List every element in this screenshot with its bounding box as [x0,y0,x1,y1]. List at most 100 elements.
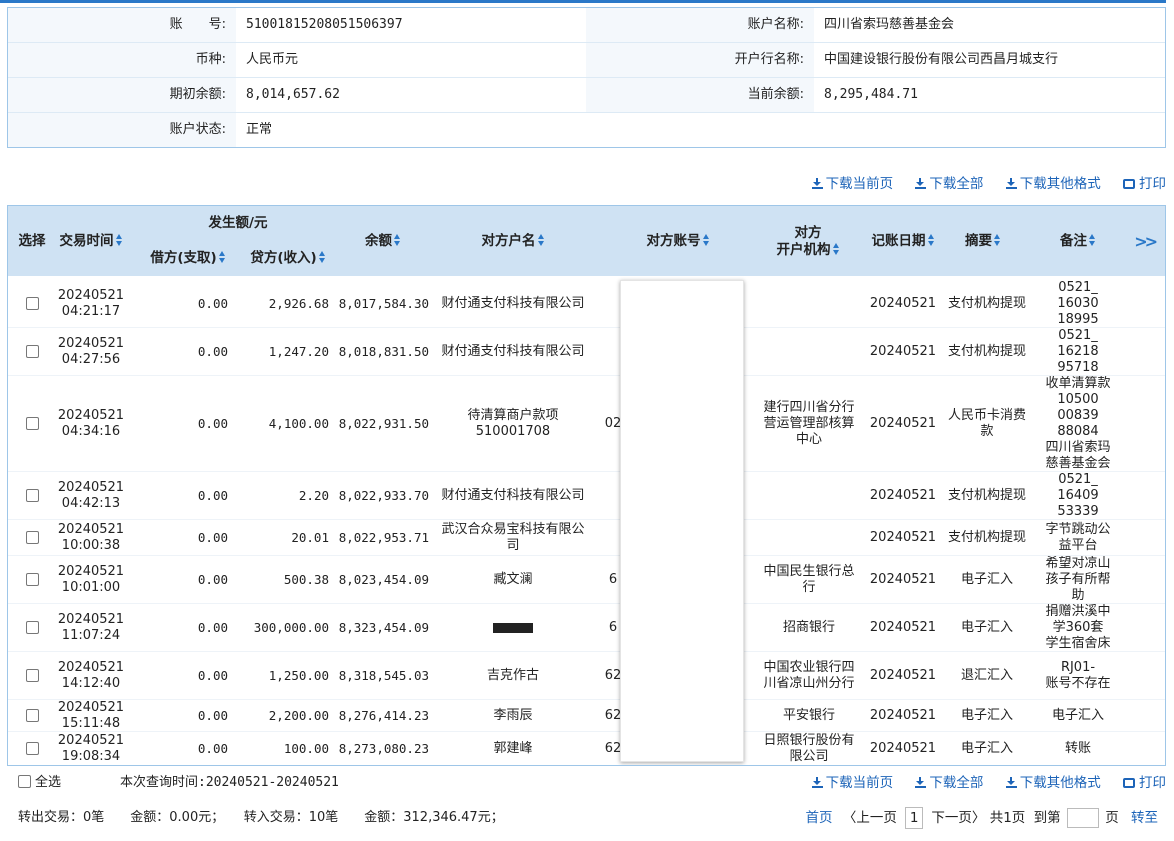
row-select-checkbox[interactable] [12,280,52,327]
account-info-row: 期初余额: 8,014,657.62 当前余额: 8,295,484.71 [8,78,1165,113]
cell-remark: 收单清算款 10500 00839 88084 四川省索玛 慈善基金会 [1033,376,1123,471]
table-row[interactable]: 20240521 04:34:16 0.00 4,100.00 8,022,931.5… [8,376,1165,472]
header-remark[interactable]: 备注 [1038,233,1118,250]
cell-summary-text: 电子汇入 [960,619,1013,635]
row-checkbox[interactable] [25,417,39,430]
header-summary[interactable]: 摘要 [948,233,1018,250]
row-checkbox[interactable] [25,621,39,634]
cell-summary: 支付机构提现 [948,280,1026,327]
cell-summary: 人民币卡消费款 [948,376,1026,471]
header-time[interactable]: 交易时间 [52,233,130,250]
cell-time-text: 20240521 15:11:48 [57,700,125,731]
cell-summary: 电子汇入 [948,604,1026,651]
cell-book-date: 20240521 [863,520,943,555]
printer-icon [1123,778,1135,788]
cell-balance-text: 8,022,953.71 [338,529,429,545]
goto-button[interactable]: 转至 [1131,810,1158,826]
table-row[interactable]: 20240521 10:00:38 0.00 20.01 8,022,953.71 武汉… [8,520,1165,556]
download-other-format-button[interactable]: 下载其他格式 [1005,176,1101,192]
table-row[interactable]: 20240521 19:08:34 0.00 100.00 8,273,080.23 郭… [8,732,1165,765]
cell-summary-text: 支付机构提现 [948,343,1026,359]
row-checkbox[interactable] [25,742,39,755]
cell-remark: 0521_ 16409 53339 [1033,472,1123,519]
table-row[interactable]: 20240521 04:27:56 0.00 1,247.20 8,018,831.5… [8,328,1165,376]
cell-credit: 4,100.00 [233,376,329,471]
header-credit[interactable]: 贷方(收入) [238,250,338,267]
header-debit[interactable]: 借方(支取) [138,250,238,267]
current-page[interactable]: 1 [905,807,924,829]
row-select-checkbox[interactable] [12,556,52,603]
expand-columns-button[interactable]: >> [1134,232,1158,251]
cell-summary: 退汇汇入 [948,652,1026,699]
row-checkbox[interactable] [25,709,39,722]
header-book-date[interactable]: 记账日期 [863,233,943,250]
row-select-checkbox[interactable] [12,604,52,651]
header-balance[interactable]: 余额 [338,233,428,250]
download-all-button[interactable]: 下载全部 [915,176,983,192]
cell-counterparty-text: 臧文澜 [493,571,533,587]
download-page-button[interactable]: 下载当前页 [811,775,893,791]
cell-debit: 0.00 [138,472,228,519]
cell-book-date: 20240521 [863,556,943,603]
header-cp-account[interactable]: 对方账号 [608,233,748,250]
header-cp-bank[interactable]: 对方 开户机构 [758,225,858,259]
row-select-checkbox[interactable] [12,520,52,555]
goto-page-input[interactable] [1066,808,1099,828]
next-page-link[interactable]: 下一页〉 [931,810,985,826]
download-other-format-button[interactable]: 下载其他格式 [1005,775,1101,791]
prev-page-link[interactable]: 〈上一页 [843,810,897,826]
row-select-checkbox[interactable] [12,732,52,765]
row-checkbox[interactable] [25,669,39,682]
cell-time: 20240521 04:42:13 [52,472,130,519]
cell-time-text: 20240521 04:42:13 [57,479,125,511]
print-button[interactable]: 打印 [1123,775,1166,791]
table-row[interactable]: 20240521 04:42:13 0.00 2.20 8,022,933.70 财付通… [8,472,1165,520]
cell-balance: 8,276,414.23 [333,700,429,731]
header-counterparty[interactable]: 对方户名 [438,233,588,250]
cell-counterparty: 吉克作古 [438,652,588,699]
download-all-button[interactable]: 下载全部 [915,775,983,791]
account-field-value: 中国建设银行股份有限公司西昌月城支行 [824,52,1059,67]
row-select-checkbox[interactable] [12,328,52,375]
cell-summary: 电子汇入 [948,732,1026,765]
cell-debit-text: 0.00 [197,487,228,503]
table-row[interactable]: 20240521 10:01:00 0.00 500.38 8,023,454.09 臧… [8,556,1165,604]
cell-remark-text: 希望对凉山 孩子有所帮 助 [1045,556,1111,603]
row-checkbox[interactable] [25,345,39,358]
first-page-link[interactable]: 首页 [806,810,833,826]
cell-debit: 0.00 [138,700,228,731]
print-button[interactable]: 打印 [1123,176,1166,192]
select-all-checkbox[interactable] [18,775,31,788]
row-select-checkbox[interactable] [12,700,52,731]
header-amount-group: 发生额/元 [208,215,268,231]
table-row[interactable]: 20240521 15:11:48 0.00 2,200.00 8,276,414.2… [8,700,1165,732]
cell-summary-text: 电子汇入 [960,707,1013,723]
cell-debit: 0.00 [138,556,228,603]
table-row[interactable]: 20240521 04:21:17 0.00 2,926.68 8,017,584.3… [8,280,1165,328]
download-page-button[interactable]: 下载当前页 [811,176,893,192]
row-checkbox[interactable] [25,531,39,544]
cell-balance-text: 8,022,931.50 [338,415,429,431]
row-select-checkbox[interactable] [12,652,52,699]
row-select-checkbox[interactable] [12,376,52,471]
row-checkbox[interactable] [25,573,39,586]
download-icon [915,178,927,189]
table-row[interactable]: 20240521 14:12:40 0.00 1,250.00 8,318,545.0… [8,652,1165,700]
row-checkbox[interactable] [25,297,39,310]
row-checkbox[interactable] [25,489,39,502]
cell-debit: 0.00 [138,732,228,765]
cell-credit-text: 300,000.00 [253,619,329,635]
cell-book-date: 20240521 [863,472,943,519]
table-row[interactable]: 20240521 11:07:24 0.00 300,000.00 8,323,454… [8,604,1165,652]
cell-debit-text: 0.00 [197,707,228,723]
account-field-label: 账 号: [8,8,236,42]
bottom-toolbar: 下载当前页 下载全部 下载其他格式 打印 [794,773,1166,793]
cell-remark-text: 捐赠洪溪中 学360套 学生宿舍床 [1045,604,1111,651]
account-field-value: 人民币元 [246,52,299,67]
download-icon [1005,777,1017,788]
cell-summary: 电子汇入 [948,556,1026,603]
row-select-checkbox[interactable] [12,472,52,519]
cell-book-date: 20240521 [863,280,943,327]
account-field-label: 当前余额: [586,78,814,112]
select-all[interactable]: 全选 [18,772,61,794]
